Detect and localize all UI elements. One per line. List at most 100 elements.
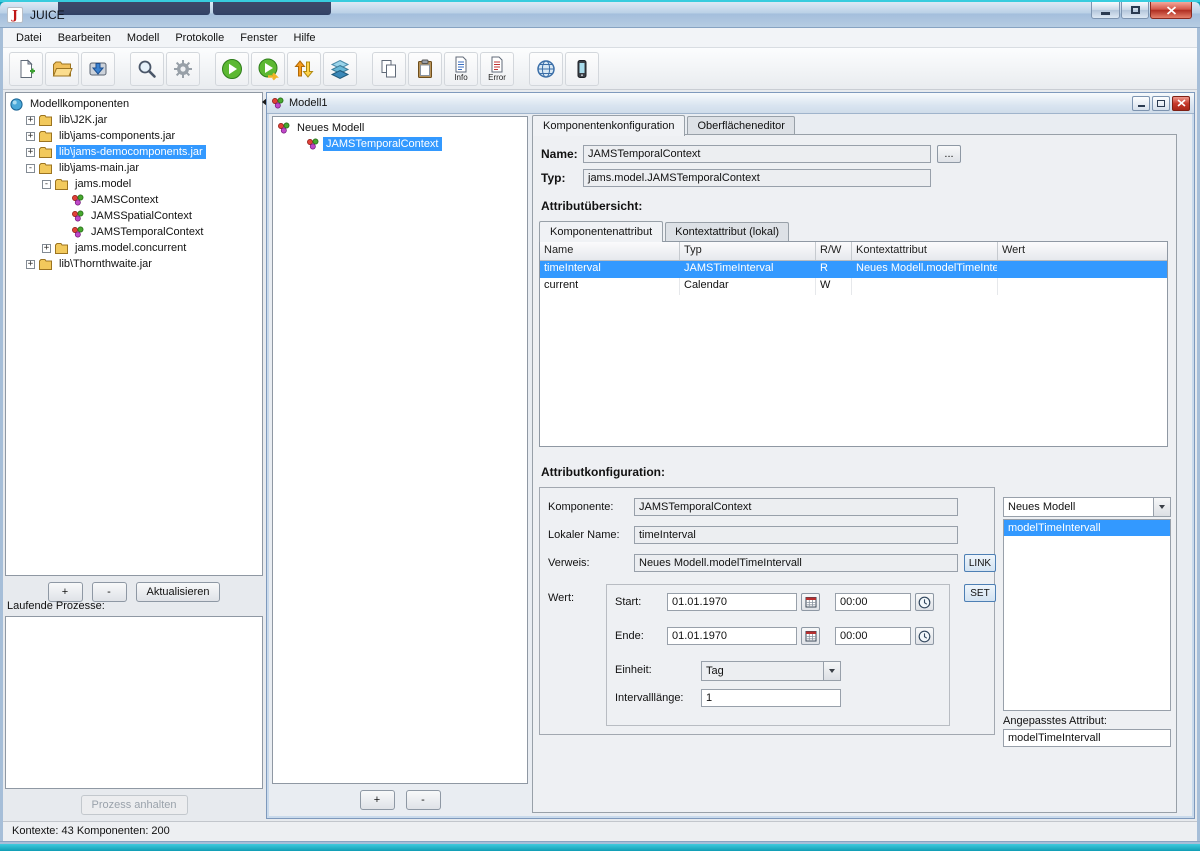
tree-item[interactable]: - lib\jams-main.jar xyxy=(6,160,262,176)
column-header[interactable]: Name xyxy=(540,242,680,260)
expander-icon[interactable]: + xyxy=(42,244,51,253)
add-component-button[interactable]: + xyxy=(360,790,395,810)
tree-item[interactable]: - jams.model xyxy=(6,176,262,192)
expander-icon[interactable]: + xyxy=(26,260,35,269)
window-titlebar[interactable]: J JUICE xyxy=(0,2,1200,28)
expander-icon[interactable]: + xyxy=(26,132,35,141)
column-header[interactable]: Wert xyxy=(998,242,1167,260)
device-button[interactable] xyxy=(565,52,599,86)
lokaler-name-field[interactable]: timeInterval xyxy=(634,526,958,544)
component-icon xyxy=(71,210,84,222)
start-date-field[interactable]: 01.01.1970 xyxy=(667,593,797,611)
table-row[interactable]: current Calendar W xyxy=(540,278,1167,295)
tree-item[interactable]: + jams.model.concurrent xyxy=(6,240,262,256)
ende-date-field[interactable]: 01.01.1970 xyxy=(667,627,797,645)
intervalllaenge-field[interactable]: 1 xyxy=(701,689,841,707)
tree-item-selected[interactable]: JAMSTemporalContext xyxy=(273,136,527,152)
tab-komponentenattribut[interactable]: Komponentenattribut xyxy=(539,221,663,242)
tree-item-selected[interactable]: + lib\jams-democomponents.jar xyxy=(6,144,262,160)
typ-label: Typ: xyxy=(541,171,565,185)
tree-item-label: lib\J2K.jar xyxy=(56,113,110,127)
tree-item[interactable]: JAMSTemporalContext xyxy=(6,224,262,240)
ende-clock-button[interactable] xyxy=(915,627,934,645)
name-label: Name: xyxy=(541,147,578,161)
paste-button[interactable] xyxy=(408,52,442,86)
search-button[interactable] xyxy=(130,52,164,86)
error-log-button[interactable]: Error xyxy=(480,52,514,86)
model-frame-title: Modell1 xyxy=(289,97,328,109)
tree-item[interactable]: + lib\jams-components.jar xyxy=(6,128,262,144)
start-calendar-button[interactable] xyxy=(801,593,820,611)
start-time-field[interactable]: 00:00 xyxy=(835,593,911,611)
tab-kontextattribut[interactable]: Kontextattribut (lokal) xyxy=(665,222,789,241)
custom-attribute-field[interactable]: modelTimeIntervall xyxy=(1003,729,1171,747)
jar-icon xyxy=(39,258,52,270)
model-components-sidebar: Modellkomponenten + lib\J2K.jar + xyxy=(5,92,263,819)
expander-icon[interactable]: + xyxy=(26,116,35,125)
column-header[interactable]: Typ xyxy=(680,242,816,260)
typ-field[interactable]: jams.model.JAMSTemporalContext xyxy=(583,169,931,187)
remove-component-button[interactable]: - xyxy=(406,790,441,810)
einheit-combobox[interactable]: Tag xyxy=(701,661,841,681)
menu-protokolle[interactable]: Protokolle xyxy=(167,30,232,46)
context-combobox[interactable]: Neues Modell xyxy=(1003,497,1171,517)
jar-icon xyxy=(39,162,52,174)
model-frame-titlebar[interactable]: Modell1 xyxy=(267,93,1194,114)
tree-item[interactable]: JAMSContext xyxy=(6,192,262,208)
tree-item-label: JAMSTemporalContext xyxy=(88,225,207,239)
expander-icon[interactable]: - xyxy=(26,164,35,173)
set-button[interactable]: SET xyxy=(964,584,996,602)
layers-button[interactable] xyxy=(323,52,357,86)
info-log-button[interactable]: Info xyxy=(444,52,478,86)
komponente-field[interactable]: JAMSTemporalContext xyxy=(634,498,958,516)
ende-time-field[interactable]: 00:00 xyxy=(835,627,911,645)
save-model-button[interactable] xyxy=(81,52,115,86)
ende-calendar-button[interactable] xyxy=(801,627,820,645)
tree-item[interactable]: + lib\Thornthwaite.jar xyxy=(6,256,262,272)
config-tabs: Komponentenkonfiguration Oberflächenedit… xyxy=(532,114,797,135)
web-button[interactable] xyxy=(529,52,563,86)
frame-close-button[interactable] xyxy=(1172,96,1190,111)
name-field[interactable]: JAMSTemporalContext xyxy=(583,145,931,163)
menu-fenster[interactable]: Fenster xyxy=(232,30,285,46)
tree-item[interactable]: JAMSSpatialContext xyxy=(6,208,262,224)
model-frame-controls xyxy=(1132,96,1190,111)
run-model-button[interactable] xyxy=(251,52,285,86)
column-header[interactable]: R/W xyxy=(816,242,852,260)
expander-icon[interactable]: + xyxy=(26,148,35,157)
chevron-down-icon[interactable] xyxy=(823,662,840,680)
menu-modell[interactable]: Modell xyxy=(119,30,167,46)
expander-icon[interactable]: - xyxy=(42,180,51,189)
menu-datei[interactable]: Datei xyxy=(8,30,50,46)
run-button[interactable] xyxy=(215,52,249,86)
new-model-button[interactable] xyxy=(9,52,43,86)
paste-icon xyxy=(414,58,436,80)
cell-wert xyxy=(998,261,1167,278)
table-row-selected[interactable]: timeInterval JAMSTimeInterval R Neues Mo… xyxy=(540,261,1167,278)
verweis-field[interactable]: Neues Modell.modelTimeIntervall xyxy=(634,554,958,572)
stop-process-button[interactable]: Prozess anhalten xyxy=(81,795,188,815)
tree-item[interactable]: + lib\J2K.jar xyxy=(6,112,262,128)
start-clock-button[interactable] xyxy=(915,593,934,611)
tab-komponentenkonfiguration[interactable]: Komponentenkonfiguration xyxy=(532,115,685,136)
maximize-button[interactable] xyxy=(1121,2,1149,19)
column-header[interactable]: Kontextattribut xyxy=(852,242,998,260)
menu-hilfe[interactable]: Hilfe xyxy=(286,30,324,46)
settings-button[interactable] xyxy=(166,52,200,86)
main-content: Modellkomponenten + lib\J2K.jar + xyxy=(3,90,1197,821)
frame-maximize-button[interactable] xyxy=(1152,96,1170,111)
frame-minimize-button[interactable] xyxy=(1132,96,1150,111)
tree-item[interactable]: Neues Modell xyxy=(273,120,527,136)
tree-item-root[interactable]: Modellkomponenten xyxy=(6,96,262,112)
tab-oberflaecheneditor[interactable]: Oberflächeneditor xyxy=(687,116,794,135)
chevron-down-icon[interactable] xyxy=(1153,498,1170,516)
copy-button[interactable] xyxy=(372,52,406,86)
close-button[interactable] xyxy=(1150,2,1192,19)
reload-libraries-button[interactable] xyxy=(287,52,321,86)
browse-name-button[interactable]: ... xyxy=(937,145,961,163)
open-model-button[interactable] xyxy=(45,52,79,86)
link-button[interactable]: LINK xyxy=(964,554,996,572)
list-item-selected[interactable]: modelTimeIntervall xyxy=(1004,520,1170,536)
minimize-button[interactable] xyxy=(1091,2,1120,19)
menu-bearbeiten[interactable]: Bearbeiten xyxy=(50,30,119,46)
